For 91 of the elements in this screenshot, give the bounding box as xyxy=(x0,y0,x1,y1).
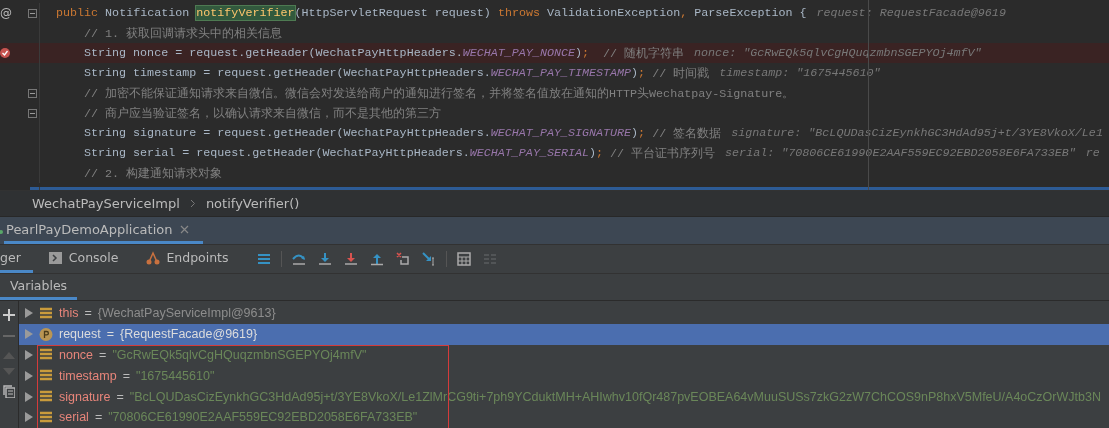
breadcrumb-item[interactable]: notifyVerifier() xyxy=(205,196,300,211)
expand-arrow-icon[interactable] xyxy=(25,412,33,423)
code-text: ; xyxy=(638,126,647,140)
equals-sign: = xyxy=(122,368,130,383)
variable-row[interactable]: this = {WechatPayServiceImpl@9613} xyxy=(19,303,1109,324)
variable-row[interactable]: serial = "70806CE61990E2AAF559EC92EBD2058E6FA733EB" xyxy=(19,407,1109,428)
code-comment: // 签名数据 xyxy=(652,125,722,141)
variables-tab[interactable]: Variables xyxy=(0,274,78,300)
add-icon[interactable] xyxy=(3,309,15,321)
code-text: throws xyxy=(497,6,541,20)
step-over-icon[interactable] xyxy=(291,252,306,266)
code-text: Notification xyxy=(105,6,191,20)
inline-value-hint: signature: "BcLQUDasCizEynkhGC3HdAd95j+t/3YE8VkoX/Le1 xyxy=(731,126,1103,140)
code-comment: // 1. 获取回调请求头中的相关信息 xyxy=(84,25,283,41)
code-text: , xyxy=(680,6,689,20)
breakpoint-icon[interactable] xyxy=(0,48,10,58)
debug-tab[interactable]: Console xyxy=(42,245,131,273)
variable-row[interactable]: timestamp = "1675445610" xyxy=(19,365,1109,387)
inline-value-hint: nonce: "GcRwEQk5qlvCgHQuqzmbnSGEPYOj4mfV" xyxy=(694,46,982,60)
code-text: notifyVerifier xyxy=(196,6,295,20)
code-text: ; xyxy=(638,66,647,80)
breadcrumb-item[interactable]: WechatPayServiceImpl xyxy=(32,196,180,211)
step-into-icon[interactable] xyxy=(317,252,332,266)
code-text: ; xyxy=(596,146,605,160)
code-text: String nonce = request.getHeader(WechatPayHttpHeaders. xyxy=(84,46,463,60)
variable-row[interactable]: request = {RequestFacade@9619} xyxy=(19,323,1109,345)
equals-sign: = xyxy=(99,348,107,362)
calculator-icon[interactable] xyxy=(456,252,471,266)
run-to-cursor-icon[interactable] xyxy=(421,252,436,266)
expand-arrow-icon[interactable] xyxy=(25,350,33,360)
equals-sign: = xyxy=(116,389,124,404)
inline-value-hint: re xyxy=(1085,146,1100,160)
variable-value: "1675445610" xyxy=(135,368,215,383)
variable-value: {RequestFacade@9619} xyxy=(120,327,258,342)
inline-value-hint: timestamp: "1675445610" xyxy=(719,66,881,80)
force-step-into-icon[interactable] xyxy=(343,252,358,266)
variable-name: this xyxy=(59,306,79,321)
code-text: String serial = request.getHeader(WechatPayHttpHeaders. xyxy=(84,146,470,160)
code-text: ) xyxy=(631,66,639,80)
fold-icon[interactable] xyxy=(27,108,37,118)
code-comment: // 时间戳 xyxy=(652,65,710,81)
fold-icon[interactable] xyxy=(27,8,37,18)
code-text: ) xyxy=(574,46,582,60)
inline-value-hint: serial: "70806CE61990E2AAF559EC92EBD2058E6FA733EB" xyxy=(725,146,1076,160)
variable-value: "GcRwEQk5qlvCgHQuqzmbnSGEPYOj4mfV" xyxy=(112,348,367,362)
code-text: WECHAT_PAY_SERIAL xyxy=(469,146,589,160)
code-comment: // 2. 构建通知请求对象 xyxy=(84,165,223,181)
code-text: WECHAT_PAY_NONCE xyxy=(462,46,575,60)
drop-frame-icon[interactable] xyxy=(395,252,410,266)
code-text: ValidationException xyxy=(547,6,681,20)
code-text: (HttpServletRequest request) xyxy=(294,6,492,20)
code-text: String timestamp = request.getHeader(WechatPayHttpHeaders. xyxy=(84,66,491,80)
variable-name: signature xyxy=(59,389,111,404)
layout-icon[interactable] xyxy=(256,252,271,266)
close-icon[interactable] xyxy=(180,224,190,234)
code-comment: // 随机字符串 xyxy=(603,45,685,61)
debug-tab[interactable]: Endpoints xyxy=(140,245,241,273)
copy-icon[interactable] xyxy=(3,385,15,398)
variable-value: "70806CE61990E2AAF559EC92EBD2058E6FA733EB" xyxy=(108,410,418,425)
debug-tab[interactable]: ger xyxy=(0,245,33,273)
equals-sign: = xyxy=(84,306,92,321)
expand-arrow-icon[interactable] xyxy=(25,308,33,319)
endpoints-icon xyxy=(146,250,161,265)
variable-name: serial xyxy=(59,410,89,425)
console-icon xyxy=(48,250,63,265)
code-text: ; xyxy=(582,46,590,60)
code-comment: // 平台证书序列号 xyxy=(610,145,716,161)
code-text: ) xyxy=(589,146,596,160)
variable-name: timestamp xyxy=(59,368,117,383)
variable-row[interactable]: nonce = "GcRwEQk5qlvCgHQuqzmbnSGEPYOj4mfV" xyxy=(19,344,1109,366)
run-status-icon xyxy=(0,227,4,234)
equals-sign: = xyxy=(106,327,114,342)
code-text: WECHAT_PAY_SIGNATURE xyxy=(490,126,632,140)
chevron-icon xyxy=(189,199,196,208)
override-marker[interactable]: @ xyxy=(0,6,12,20)
variable-name: request xyxy=(59,327,101,342)
code-comment: // 加密不能保证通知请求来自微信。微信会对发送给商户的通知进行签名，并将签名值放在通知的HTTP头Wechatpay-Signature。 xyxy=(84,85,795,101)
expand-arrow-icon[interactable] xyxy=(25,391,33,402)
variable-value: {WechatPayServiceImpl@9613} xyxy=(97,306,276,321)
code-text: ParseException { xyxy=(694,6,807,20)
equals-sign: = xyxy=(94,410,103,425)
code-text: public xyxy=(56,6,100,20)
code-text: ) xyxy=(631,126,639,140)
code-text: WECHAT_PAY_TIMESTAMP xyxy=(490,66,632,80)
inline-value-hint: request: RequestFacade@9619 xyxy=(816,6,1006,20)
code-comment: // 商户应当验证签名，以确认请求来自微信，而不是其他的第三方 xyxy=(84,105,442,121)
fold-icon[interactable] xyxy=(27,88,37,98)
variable-name: nonce xyxy=(59,348,94,362)
code-text: String signature = request.getHeader(WechatPayHttpHeaders. xyxy=(84,126,491,140)
step-out-icon[interactable] xyxy=(369,252,384,266)
expand-arrow-icon[interactable] xyxy=(25,370,33,381)
